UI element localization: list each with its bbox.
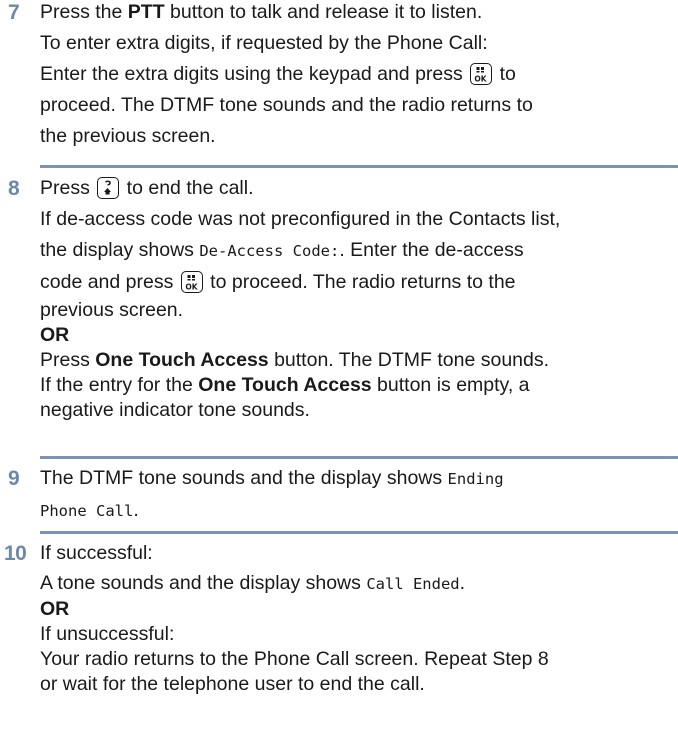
- step-line: negative indicator tone sounds.: [40, 399, 310, 421]
- or-label: OR: [40, 324, 70, 346]
- step-line: Press One Touch Access button. The DTMF …: [40, 349, 550, 371]
- step-10: 10 If successful: A tone sounds and the …: [0, 538, 678, 697]
- display-text: De-Access Code:: [199, 242, 340, 260]
- step-9: 9 The DTMF tone sounds and the display s…: [0, 463, 678, 527]
- step-line: Press to end the call.: [40, 177, 254, 199]
- step-line: The DTMF tone sounds and the display sho…: [40, 467, 504, 489]
- step-number: 9: [8, 467, 20, 490]
- step-number: 7: [8, 1, 20, 24]
- step-line: Press the PTT button to talk and release…: [40, 1, 483, 23]
- svg-text:OK: OK: [475, 75, 488, 84]
- step-7: 7 Press the PTT button to talk and relea…: [0, 0, 678, 152]
- ptt-label: PTT: [127, 1, 165, 23]
- step-line: If de-access code was not preconfigured …: [40, 208, 561, 230]
- step-line: Enter the extra digits using the keypad …: [40, 63, 516, 85]
- step-line: If unsuccessful:: [40, 623, 175, 645]
- section-divider: [40, 456, 678, 459]
- step-line: proceed. The DTMF tone sounds and the ra…: [40, 94, 533, 116]
- display-text: Call Ended: [366, 575, 460, 593]
- step-8: 8 Press to end the call. If de-access co…: [0, 173, 678, 423]
- display-text: Ending: [447, 470, 504, 488]
- step-line: code and press OK to proceed. The radio …: [40, 271, 516, 293]
- step-line: or wait for the telephone user to end th…: [40, 673, 425, 695]
- step-line: the display shows De-Access Code:. Enter…: [40, 239, 524, 261]
- back-home-key-icon: [97, 177, 120, 199]
- section-divider: [40, 165, 678, 168]
- menu-ok-key-icon: OK: [470, 63, 493, 85]
- step-line: If the entry for the One Touch Access bu…: [40, 374, 530, 396]
- one-touch-access-label: One Touch Access: [95, 349, 269, 371]
- step-line: A tone sounds and the display shows Call…: [40, 572, 466, 594]
- svg-text:OK: OK: [185, 283, 198, 292]
- step-line: If successful:: [40, 542, 153, 564]
- step-number: 10: [4, 542, 27, 565]
- step-number: 8: [8, 177, 20, 200]
- one-touch-access-label: One Touch Access: [198, 374, 372, 396]
- step-line: To enter extra digits, if requested by t…: [40, 32, 488, 54]
- step-line: Phone Call.: [40, 499, 139, 521]
- display-text: Phone Call: [40, 502, 134, 520]
- menu-ok-key-icon: OK: [180, 271, 203, 293]
- or-label: OR: [40, 598, 70, 620]
- section-divider: [40, 531, 678, 534]
- step-line: the previous screen.: [40, 125, 216, 147]
- step-line: Your radio returns to the Phone Call scr…: [40, 648, 549, 670]
- step-line: previous screen.: [40, 299, 184, 321]
